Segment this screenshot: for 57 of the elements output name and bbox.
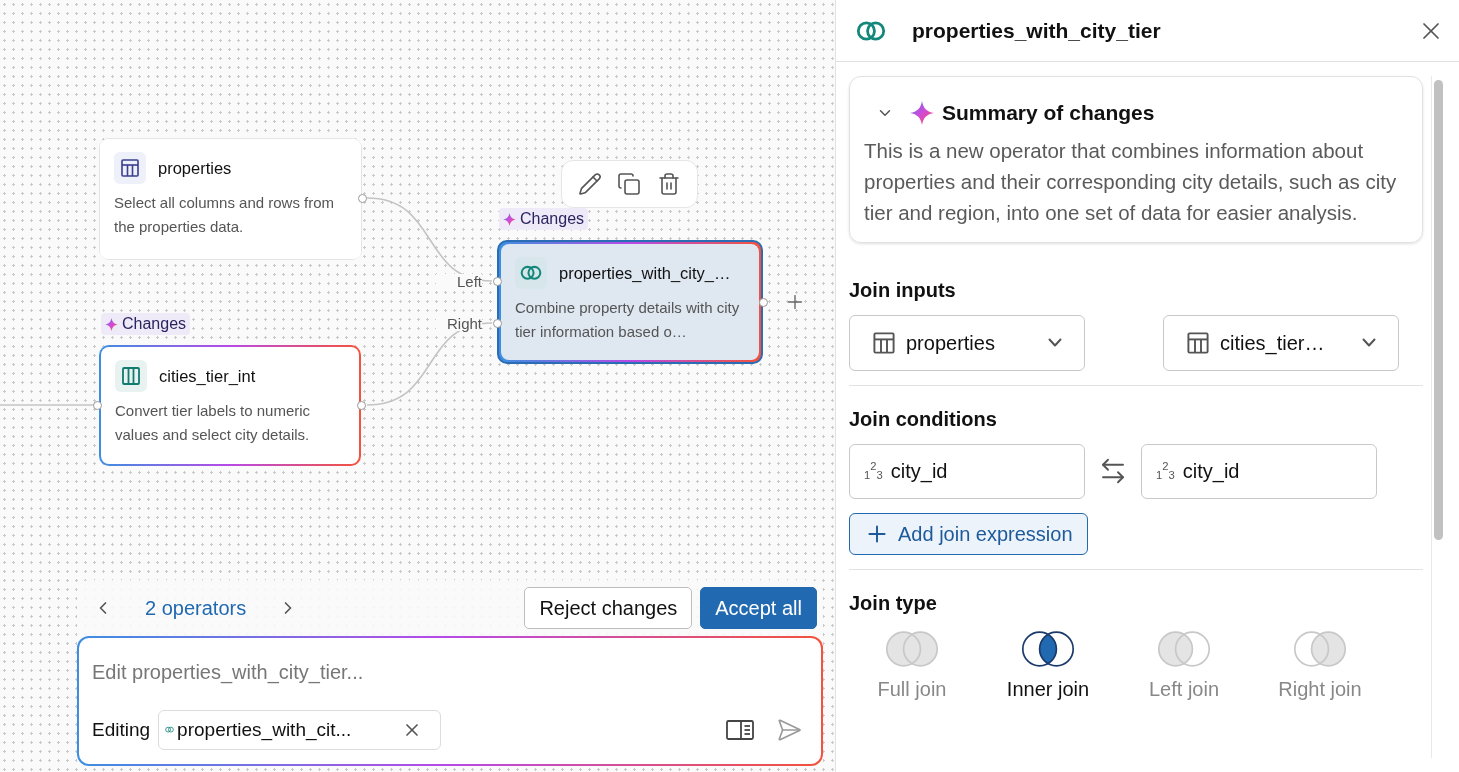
delete-icon[interactable] <box>657 172 682 196</box>
port-label: Left <box>436 274 482 289</box>
chevron-icon <box>1048 338 1062 347</box>
node-description: Combine property details with city tier information based o… <box>515 298 741 342</box>
badge-label: Changes <box>520 209 585 229</box>
port-handle[interactable] <box>357 193 367 203</box>
port-handle[interactable] <box>492 318 502 328</box>
join-type-option[interactable]: Right join <box>1265 627 1375 704</box>
columns-icon <box>115 360 147 392</box>
join-icon <box>515 257 547 289</box>
node-title: properties_with_city_… <box>559 262 731 284</box>
port-handle[interactable] <box>758 297 768 307</box>
edit-icon[interactable] <box>577 172 602 196</box>
badge-label: Changes <box>122 314 187 334</box>
table-icon <box>1186 330 1210 355</box>
copy-icon[interactable] <box>617 172 642 196</box>
port-label: Right <box>436 316 482 331</box>
sparkle-icon <box>503 212 516 226</box>
operator-node[interactable]: properties Select all columns and rows from the properties data. <box>99 138 362 260</box>
column-name: city_id <box>890 459 948 485</box>
prompt-box[interactable]: Edit properties_with_city_tier... Editing properties_with_cit... <box>77 636 823 766</box>
port-handle[interactable] <box>92 400 102 410</box>
input-select[interactable]: properties <box>849 314 1085 371</box>
panel-title: properties_with_city_tier <box>912 17 1161 44</box>
operator-node[interactable]: properties_with_city_… Combine property details with city tier information based o… <box>497 240 763 364</box>
node-title: properties <box>158 157 232 179</box>
chip-label: properties_with_cit... <box>177 717 352 743</box>
operator-node[interactable]: cities_tier_int Convert tier labels to numeric values and select city details. <box>99 345 361 466</box>
summary-text: This is a new operator that combines information about properties and their corresponding city details, such as city tier and region, into one set of data for easier analysis. <box>864 137 1398 226</box>
input-select[interactable]: cities_tier… <box>1163 314 1399 371</box>
column-name: city_id <box>1182 459 1240 485</box>
table-icon <box>872 330 896 355</box>
section-heading: Join type <box>849 590 938 616</box>
section-heading: Join inputs <box>849 277 957 303</box>
join-type-option[interactable]: Left join <box>1129 627 1239 704</box>
join-icon <box>165 726 175 734</box>
editing-label: Editing <box>92 717 151 742</box>
operator-chip[interactable]: properties_with_cit... <box>158 710 442 750</box>
join-type-option[interactable]: Inner join <box>993 627 1103 704</box>
send-icon[interactable] <box>776 717 802 743</box>
sparkle-icon <box>910 100 934 125</box>
review-button[interactable]: Accept all <box>700 587 817 629</box>
section-heading: Join conditions <box>849 406 998 432</box>
review-button[interactable]: Reject changes <box>524 587 693 629</box>
port-handle[interactable] <box>492 276 502 286</box>
node-description: Convert tier labels to numeric values and select city details. <box>115 401 312 445</box>
join-type-option[interactable]: Full join <box>857 627 967 704</box>
port-handle[interactable] <box>356 400 366 410</box>
chevron-icon <box>1362 338 1376 347</box>
node-title: cities_tier_int <box>159 365 256 387</box>
add-expression-button[interactable]: Add join expression <box>849 512 1088 555</box>
operators-link[interactable]: 2 operators <box>145 593 247 623</box>
sparkle-icon <box>105 317 118 331</box>
node-description: Select all columns and rows from the properties data. <box>114 193 336 237</box>
table-icon <box>114 152 146 184</box>
panel-icon[interactable] <box>726 719 754 741</box>
summary-title: Summary of changes <box>942 100 1155 126</box>
